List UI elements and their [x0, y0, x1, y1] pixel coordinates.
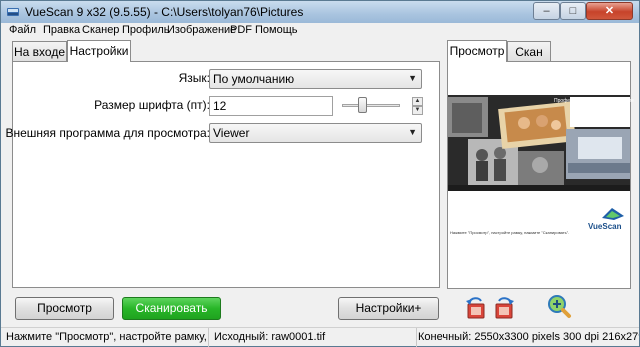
- tab-scan[interactable]: Скан: [507, 41, 551, 62]
- rotate-left-icon[interactable]: [463, 295, 489, 321]
- font-size-slider-track[interactable]: [342, 104, 400, 107]
- right-pane: Просмотр Скан Профессиональное сканирова…: [445, 39, 635, 289]
- preview-panel: Профессиональное сканирование Нажмите "П…: [447, 61, 634, 289]
- vuescan-logo-icon: [602, 208, 624, 220]
- menu-pdf[interactable]: PDF: [230, 24, 252, 36]
- preview-image[interactable]: Профессиональное сканирование Нажмите "П…: [448, 84, 634, 284]
- font-size-slider-thumb[interactable]: [358, 97, 367, 113]
- viewer-select[interactable]: Viewer ▼: [209, 123, 422, 143]
- tab-settings[interactable]: Настройки: [67, 40, 131, 62]
- zoom-in-icon[interactable]: [546, 294, 572, 320]
- menu-edit[interactable]: Правка: [43, 24, 80, 36]
- font-size-value: 12: [213, 99, 227, 113]
- font-size-spin-up[interactable]: ▲: [412, 97, 423, 106]
- window-title: VueScan 9 x32 (9.5.55) - C:\Users\tolyan…: [25, 5, 304, 19]
- maximize-button[interactable]: □: [560, 2, 586, 20]
- language-select[interactable]: По умолчанию ▼: [209, 69, 422, 89]
- menu-image[interactable]: Изображение: [167, 24, 236, 36]
- status-target: Конечный: 2550x3300 pixels 300 dpi 216x2…: [418, 331, 639, 343]
- close-button[interactable]: ✕: [586, 2, 633, 20]
- font-size-spin-down[interactable]: ▼: [412, 106, 423, 115]
- menu-scanner[interactable]: Сканер: [82, 24, 119, 36]
- status-source: Исходный: raw0001.tif: [211, 328, 417, 347]
- tab-input[interactable]: На входе: [12, 41, 67, 62]
- preview-caption: Нажмите "Просмотр", настройте рамку, наж…: [450, 230, 570, 235]
- menu-profile[interactable]: Профиль: [122, 24, 170, 36]
- title-bar: VueScan 9 x32 (9.5.55) - C:\Users\tolyan…: [1, 1, 639, 23]
- settings-panel: Язык: По умолчанию ▼ Размер шрифта (пт):…: [6, 61, 440, 288]
- language-value: По умолчанию: [213, 72, 295, 86]
- photo-collage: [448, 93, 630, 192]
- font-size-label: Размер шрифта (пт):: [94, 98, 210, 112]
- minimize-button[interactable]: ‒: [533, 2, 560, 20]
- status-bar: Нажмите "Просмотр", настройте рамку, наж…: [1, 327, 639, 347]
- viewer-value: Viewer: [213, 126, 250, 140]
- chevron-down-icon: ▼: [408, 127, 417, 137]
- viewer-label: Внешняя программа для просмотра:: [5, 126, 211, 140]
- preview-heading: Профессиональное сканирование: [554, 98, 634, 104]
- rotate-right-icon[interactable]: [491, 295, 517, 321]
- menu-help[interactable]: Помощь: [255, 24, 298, 36]
- settings-more-button[interactable]: Настройки+: [338, 297, 439, 320]
- menu-file[interactable]: Файл: [9, 24, 36, 36]
- vuescan-icon: [7, 8, 19, 16]
- tab-preview[interactable]: Просмотр: [447, 40, 507, 62]
- language-label: Язык:: [178, 71, 210, 85]
- preview-logo-text: VueScan: [588, 222, 622, 231]
- menu-bar: Файл Правка Сканер Профиль Изображение P…: [1, 23, 639, 39]
- chevron-down-icon: ▼: [408, 73, 417, 83]
- scan-button[interactable]: Сканировать: [122, 297, 221, 320]
- vuescan-window: VueScan 9 x32 (9.5.55) - C:\Users\tolyan…: [0, 0, 640, 347]
- status-hint: Нажмите "Просмотр", настройте рамку, наж…: [3, 328, 209, 347]
- font-size-field[interactable]: 12: [209, 96, 333, 116]
- left-pane: На входе Настройки Язык: По умолчанию ▼ …: [1, 39, 441, 289]
- preview-button[interactable]: Просмотр: [15, 297, 114, 320]
